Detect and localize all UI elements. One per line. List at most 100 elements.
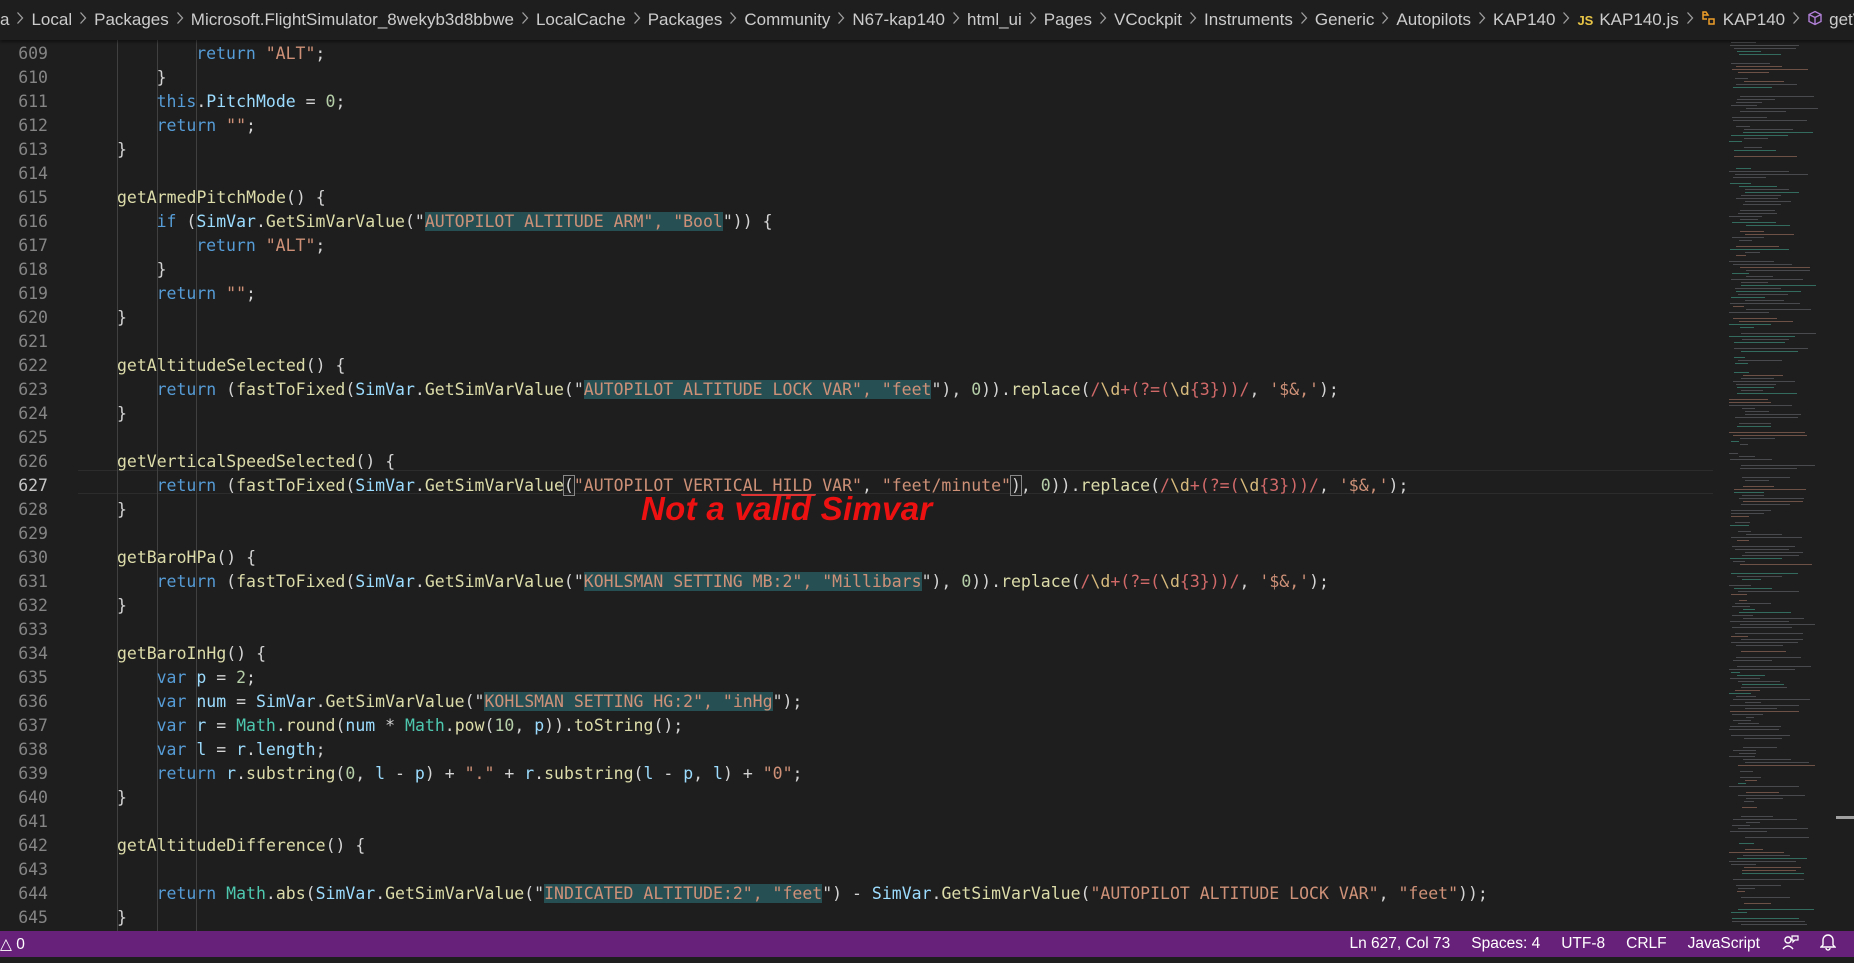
minimap-line (1738, 828, 1808, 829)
code-line[interactable]: var r = Math.round(num * Math.pow(10, p)… (157, 714, 684, 738)
code-line[interactable]: return ""; (157, 114, 256, 138)
chevron-right-icon (1300, 11, 1308, 29)
breadcrumb-item[interactable]: Community (744, 10, 830, 30)
code-line[interactable]: return (fastToFixed(SimVar.GetSimVarValu… (157, 378, 1339, 402)
problems-indicator[interactable]: △ 0 (0, 935, 25, 954)
minimap-line (1745, 234, 1794, 235)
code-line[interactable]: } (117, 906, 127, 930)
breadcrumb-item[interactable]: Instruments (1204, 10, 1293, 30)
code-line[interactable]: } (117, 138, 127, 162)
code-token: round (285, 716, 336, 735)
breadcrumb-item[interactable]: html_ui (967, 10, 1022, 30)
code-token: . (255, 212, 266, 231)
breadcrumb-item[interactable]: Microsoft.FlightSimulator_8wekyb3d8bbwe (191, 10, 514, 30)
status-bar: △ 0 Ln 627, Col 73 Spaces: 4 UTF-8 CRLF … (0, 931, 1854, 957)
code-token: l (713, 764, 723, 783)
breadcrumb-item[interactable]: Packages (94, 10, 169, 30)
code-editor[interactable]: 609 610 611 612 613 614 615 616 617 618 619 620 621 6… (0, 40, 1854, 931)
minimap-line (1742, 495, 1764, 496)
code-line[interactable]: return Math.abs(SimVar.GetSimVarValue("I… (157, 882, 1488, 906)
breadcrumb-label: KAP140.js (1599, 10, 1679, 29)
breadcrumb-item[interactable]: Local (31, 10, 72, 30)
breadcrumb-item[interactable]: Pages (1044, 10, 1092, 30)
code-line[interactable]: return r.substring(0, l - p) + "." + r.s… (157, 762, 803, 786)
code-line[interactable]: getAltitudeSelected() { (117, 354, 346, 378)
code-line[interactable]: } (157, 258, 167, 282)
minimap-line (1731, 537, 1802, 538)
cursor-position[interactable]: Ln 627, Col 73 (1349, 935, 1450, 953)
code-line[interactable]: return ""; (157, 282, 256, 306)
minimap-line (1729, 669, 1795, 670)
code-token: )). (1050, 476, 1081, 495)
code-token: replace (1010, 380, 1081, 399)
code-line[interactable]: return "ALT"; (196, 234, 325, 258)
vertical-scrollbar[interactable] (1836, 40, 1854, 931)
chevron-right-icon (1099, 11, 1107, 29)
code-token: return (156, 884, 227, 903)
code-token: = (295, 92, 326, 111)
minimap-line (1734, 588, 1772, 589)
code-token: GetSimVarValue (424, 572, 564, 591)
breadcrumb-item[interactable]: Autopilots (1396, 10, 1471, 30)
indentation-setting[interactable]: Spaces: 4 (1471, 935, 1540, 953)
code-line[interactable]: var num = SimVar.GetSimVarValue("KOHLSMA… (157, 690, 802, 714)
bell-icon[interactable] (1819, 933, 1837, 956)
code-line[interactable]: getBaroInHg() { (117, 642, 266, 666)
minimap-line (1734, 150, 1776, 151)
minimap-line (1745, 780, 1757, 781)
scroll-position-marker[interactable] (1836, 816, 1854, 819)
code-token: GetSimVarValue (265, 212, 405, 231)
code-token: \d (1090, 572, 1111, 591)
code-token: (" (563, 572, 584, 591)
code-content[interactable]: return "ALT";} this.PitchMode = 0; return … (117, 40, 1717, 931)
minimap-line (1729, 141, 1742, 142)
chevron-right-icon (952, 11, 960, 29)
breadcrumb-item[interactable]: N67-kap140 (852, 10, 945, 30)
code-line[interactable]: } (157, 66, 167, 90)
code-token: } (117, 500, 127, 519)
breadcrumb-item[interactable]: JS KAP140.js (1577, 10, 1678, 30)
code-token: substring (246, 764, 336, 783)
breadcrumb-label: VCockpit (1114, 10, 1183, 29)
breadcrumb-item[interactable]: VCockpit (1114, 10, 1182, 30)
minimap-line (1731, 135, 1788, 136)
code-token: PitchMode (206, 92, 296, 111)
breadcrumb-item[interactable]: KAP140 (1701, 10, 1785, 31)
code-token: } (117, 908, 127, 927)
breadcrumb-item[interactable]: Packages (648, 10, 723, 30)
minimap[interactable] (1729, 40, 1849, 931)
code-line[interactable]: getBaroHPa() { (117, 546, 256, 570)
breadcrumb-item[interactable]: Generic (1315, 10, 1375, 30)
language-mode[interactable]: JavaScript (1688, 935, 1760, 953)
code-line[interactable]: } (117, 306, 127, 330)
code-line[interactable]: return "ALT"; (196, 42, 325, 66)
code-line[interactable]: getArmedPitchMode() { (117, 186, 326, 210)
breadcrumb-item[interactable]: KAP140 (1493, 10, 1555, 30)
code-line[interactable]: getVerticalSpeedSelected() { (117, 450, 395, 474)
code-line[interactable]: return (fastToFixed(SimVar.GetSimVarValu… (157, 570, 1329, 594)
file-encoding[interactable]: UTF-8 (1561, 935, 1605, 953)
code-line[interactable]: } (117, 786, 127, 810)
code-line[interactable]: var l = r.length; (157, 738, 326, 762)
code-line[interactable]: var p = 2; (157, 666, 256, 690)
code-token: , (1249, 380, 1270, 399)
code-token: SimVar (196, 212, 256, 231)
code-token: ( (1080, 380, 1091, 399)
minimap-line (1733, 699, 1810, 700)
minimap-line (1741, 465, 1815, 466)
breadcrumb-item[interactable]: a (0, 10, 9, 30)
code-token: return (156, 380, 227, 399)
minimap-line (1733, 264, 1792, 265)
code-line[interactable]: this.PitchMode = 0; (157, 90, 346, 114)
code-line[interactable]: if (SimVar.GetSimVarValue("AUTOPILOT ALT… (157, 210, 773, 234)
code-line[interactable]: getAltitudeDifference() { (117, 834, 365, 858)
end-of-line[interactable]: CRLF (1626, 935, 1666, 953)
minimap-line (1740, 624, 1815, 625)
code-line[interactable]: } (117, 498, 127, 522)
minimap-line (1742, 684, 1784, 685)
breadcrumb-item[interactable]: LocalCache (536, 10, 626, 30)
feedback-icon[interactable] (1781, 933, 1799, 956)
breadcrumb-item[interactable]: getVerticalSpeedSel (1807, 10, 1854, 31)
code-line[interactable]: } (117, 594, 127, 618)
code-line[interactable]: } (117, 402, 127, 426)
